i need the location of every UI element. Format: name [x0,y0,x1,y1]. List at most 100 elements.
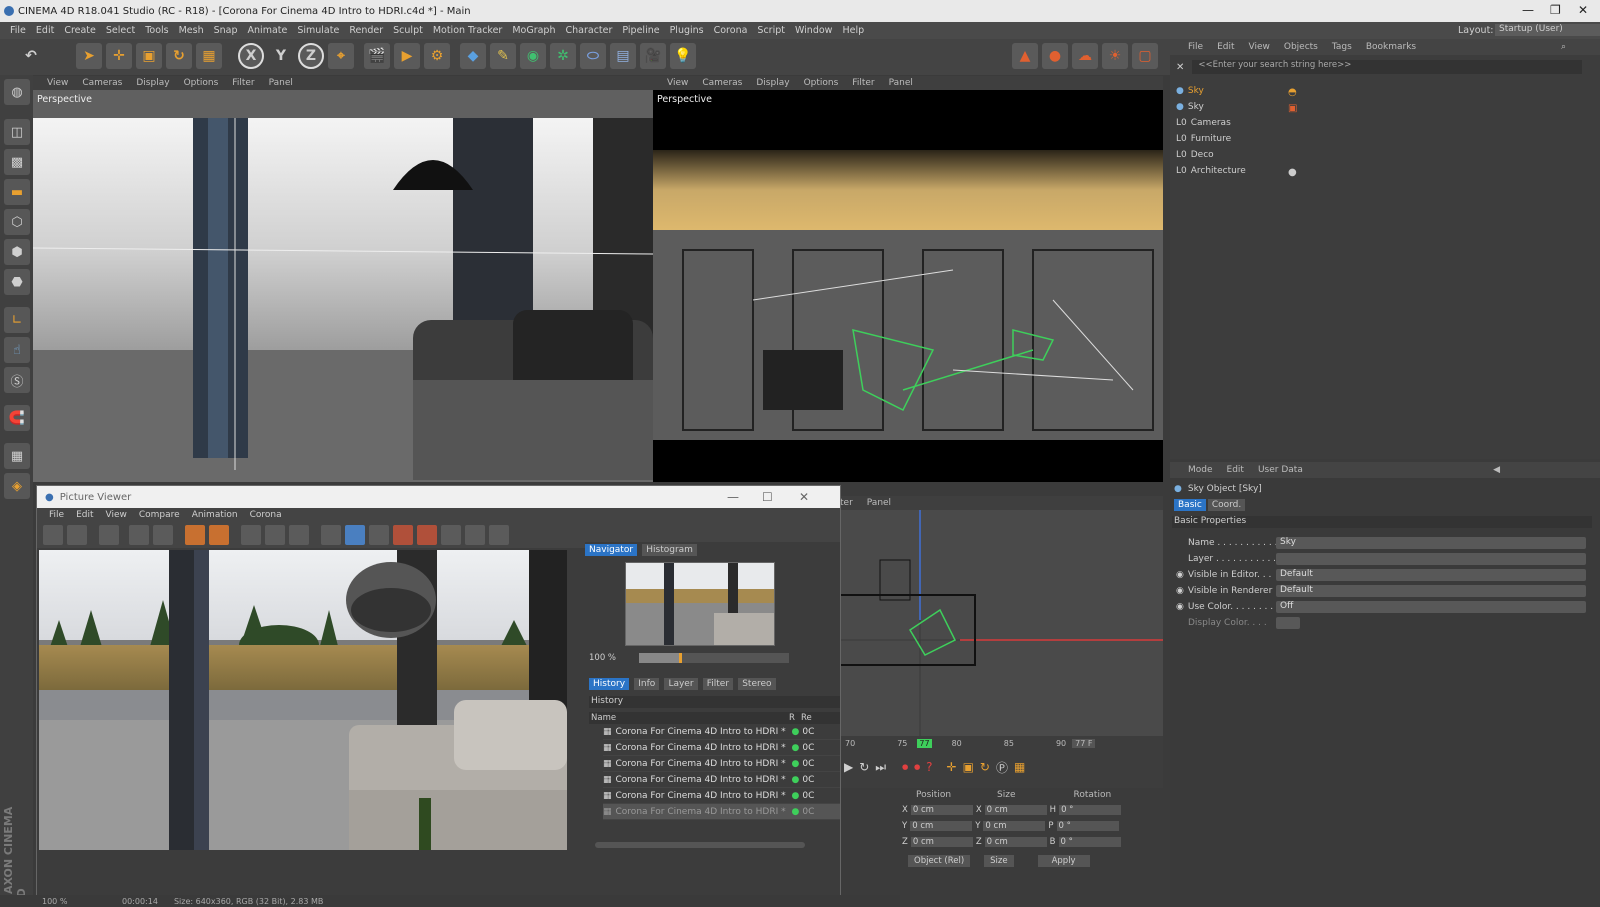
key-scale-icon[interactable]: ▣ [963,760,974,774]
corona-light-icon[interactable]: ● [1042,43,1068,69]
history-scrollbar[interactable] [595,842,805,848]
open-icon[interactable] [43,525,63,545]
apply-button[interactable]: Apply [1037,855,1090,867]
position-y-field[interactable]: 0 cm [910,821,973,831]
visible-in-editor-dropdown[interactable]: Default [1276,569,1586,581]
play-forward-icon[interactable]: ▶ [844,760,853,774]
grid-icon[interactable]: ▦ [4,443,30,469]
texture-mode-icon[interactable]: ▩ [4,149,30,175]
object-search-input[interactable]: <<Enter your search string here>> [1192,60,1583,74]
render-active-view-icon[interactable] [153,525,173,545]
object-item-cameras[interactable]: L0 Cameras [1176,115,1231,131]
key-parameter-icon[interactable]: Ⓟ [996,759,1008,776]
object-item-sky-selected[interactable]: ● Sky [1176,83,1204,99]
make-editable-icon[interactable]: ◍ [4,79,30,105]
om-menu-objects[interactable]: Objects [1284,42,1318,52]
menu-mograph[interactable]: MoGraph [512,25,555,36]
object-item-architecture[interactable]: L0 Architecture [1176,163,1246,179]
size-mode-dropdown[interactable]: Size [984,855,1014,867]
history-row[interactable]: ▦ Corona For Cinema 4D Intro to HDRI * ● 0C [603,756,840,772]
history-row[interactable]: ▦ Corona For Cinema 4D Intro to HDRI * ● 0C [603,740,840,756]
menu-motion-tracker[interactable]: Motion Tracker [433,25,503,36]
split-icon[interactable] [289,525,309,545]
om-menu-edit[interactable]: Edit [1217,42,1234,52]
menu-plugins[interactable]: Plugins [670,25,704,36]
axis-mode-icon[interactable]: ∟ [4,307,30,333]
pv-close-icon[interactable]: ✕ [799,490,809,504]
radio-icon[interactable]: ◉ [1176,570,1184,580]
rotation-h-field[interactable]: 0 ° [1059,805,1122,815]
tab-histogram[interactable]: Histogram [642,544,697,556]
corona-vfb-icon[interactable]: ▢ [1132,43,1158,69]
vp-menu-filter[interactable]: ter [840,498,853,508]
autokey-icon[interactable]: ⏺ [914,760,920,775]
size-x-field[interactable]: 0 cm [984,805,1047,815]
material-tag-icon[interactable]: ● [1288,167,1297,178]
use-color-dropdown[interactable]: Off [1276,601,1586,613]
menu-simulate[interactable]: Simulate [297,25,339,36]
stop-icon[interactable] [441,525,461,545]
rotation-p-field[interactable]: 0 ° [1056,821,1119,831]
single-view-icon[interactable] [321,525,341,545]
timeline-current-frame[interactable]: 77 [917,738,932,748]
coordinate-system-icon[interactable]: ⌖ [328,43,354,69]
tab-layer[interactable]: Layer [664,678,698,690]
menu-character[interactable]: Character [565,25,612,36]
diff-icon[interactable] [265,525,285,545]
om-menu-file[interactable]: File [1188,42,1203,52]
corona-tag-icon[interactable]: ▣ [1288,103,1297,114]
save-icon[interactable] [67,525,87,545]
history-row[interactable]: ▦ Corona For Cinema 4D Intro to HDRI * ● 0C [603,772,840,788]
cube-icon[interactable]: ◆ [460,43,486,69]
history-row[interactable]: ▦ Corona For Cinema 4D Intro to HDRI * ● 0C [603,724,840,740]
wipe-icon[interactable] [369,525,389,545]
vp-menu-view[interactable]: View [47,78,68,88]
ab-compare-b-icon[interactable] [209,525,229,545]
vp-menu-view[interactable]: View [667,78,688,88]
render-settings-icon[interactable]: ⚙ [424,43,450,69]
pv-menu-file[interactable]: File [49,510,64,520]
move-tool-icon[interactable]: ✛ [106,43,132,69]
menu-animate[interactable]: Animate [248,25,288,36]
texture-tag-icon[interactable]: ◓ [1288,87,1297,98]
set-b-icon[interactable] [417,525,437,545]
menu-script[interactable]: Script [757,25,785,36]
y-axis-button[interactable]: Y [268,43,294,69]
name-field[interactable]: Sky [1276,537,1586,549]
tab-navigator[interactable]: Navigator [585,544,638,556]
menu-corona[interactable]: Corona [714,25,748,36]
viewport-top-view[interactable]: ter Panel [840,496,1163,736]
vp-menu-panel[interactable]: Panel [889,78,913,88]
tab-filter[interactable]: Filter [702,678,734,690]
key-rotation-icon[interactable]: ↻ [980,760,990,774]
floor-icon[interactable]: ▤ [610,43,636,69]
visible-in-renderer-dropdown[interactable]: Default [1276,585,1586,597]
vp-menu-cameras[interactable]: Cameras [82,78,122,88]
swap-ab-icon[interactable] [241,525,261,545]
size-y-field[interactable]: 0 cm [983,821,1046,831]
pen-icon[interactable]: ✎ [490,43,516,69]
minimize-icon[interactable]: — [1522,3,1534,17]
ab-compare-a-icon[interactable] [185,525,205,545]
corona-sun-icon[interactable]: ☀ [1102,43,1128,69]
navigator-thumbnail[interactable] [625,562,775,646]
menu-file[interactable]: File [10,25,26,36]
history-row[interactable]: ▦ Corona For Cinema 4D Intro to HDRI * ● 0C [603,788,840,804]
viewport-perspective-left[interactable]: View Cameras Display Options Filter Pane… [33,76,653,482]
menu-select[interactable]: Select [106,25,135,36]
layer-field[interactable] [1276,553,1586,565]
select-tool-icon[interactable]: ➤ [76,43,102,69]
am-menu-edit[interactable]: Edit [1227,465,1244,475]
loop-icon[interactable]: ↻ [859,760,869,774]
status-zoom[interactable]: 100 % [42,897,92,906]
rendered-image[interactable] [39,550,567,850]
radio-icon[interactable]: ◉ [1176,586,1184,596]
light-icon[interactable]: 💡 [670,43,696,69]
om-menu-tags[interactable]: Tags [1332,42,1352,52]
menu-snap[interactable]: Snap [214,25,238,36]
fullscreen-icon[interactable] [99,525,119,545]
menu-tools[interactable]: Tools [145,25,168,36]
subdivision-icon[interactable]: ◉ [520,43,546,69]
search-icon[interactable]: ⌕ [1561,42,1566,52]
vp-menu-filter[interactable]: Filter [852,78,874,88]
